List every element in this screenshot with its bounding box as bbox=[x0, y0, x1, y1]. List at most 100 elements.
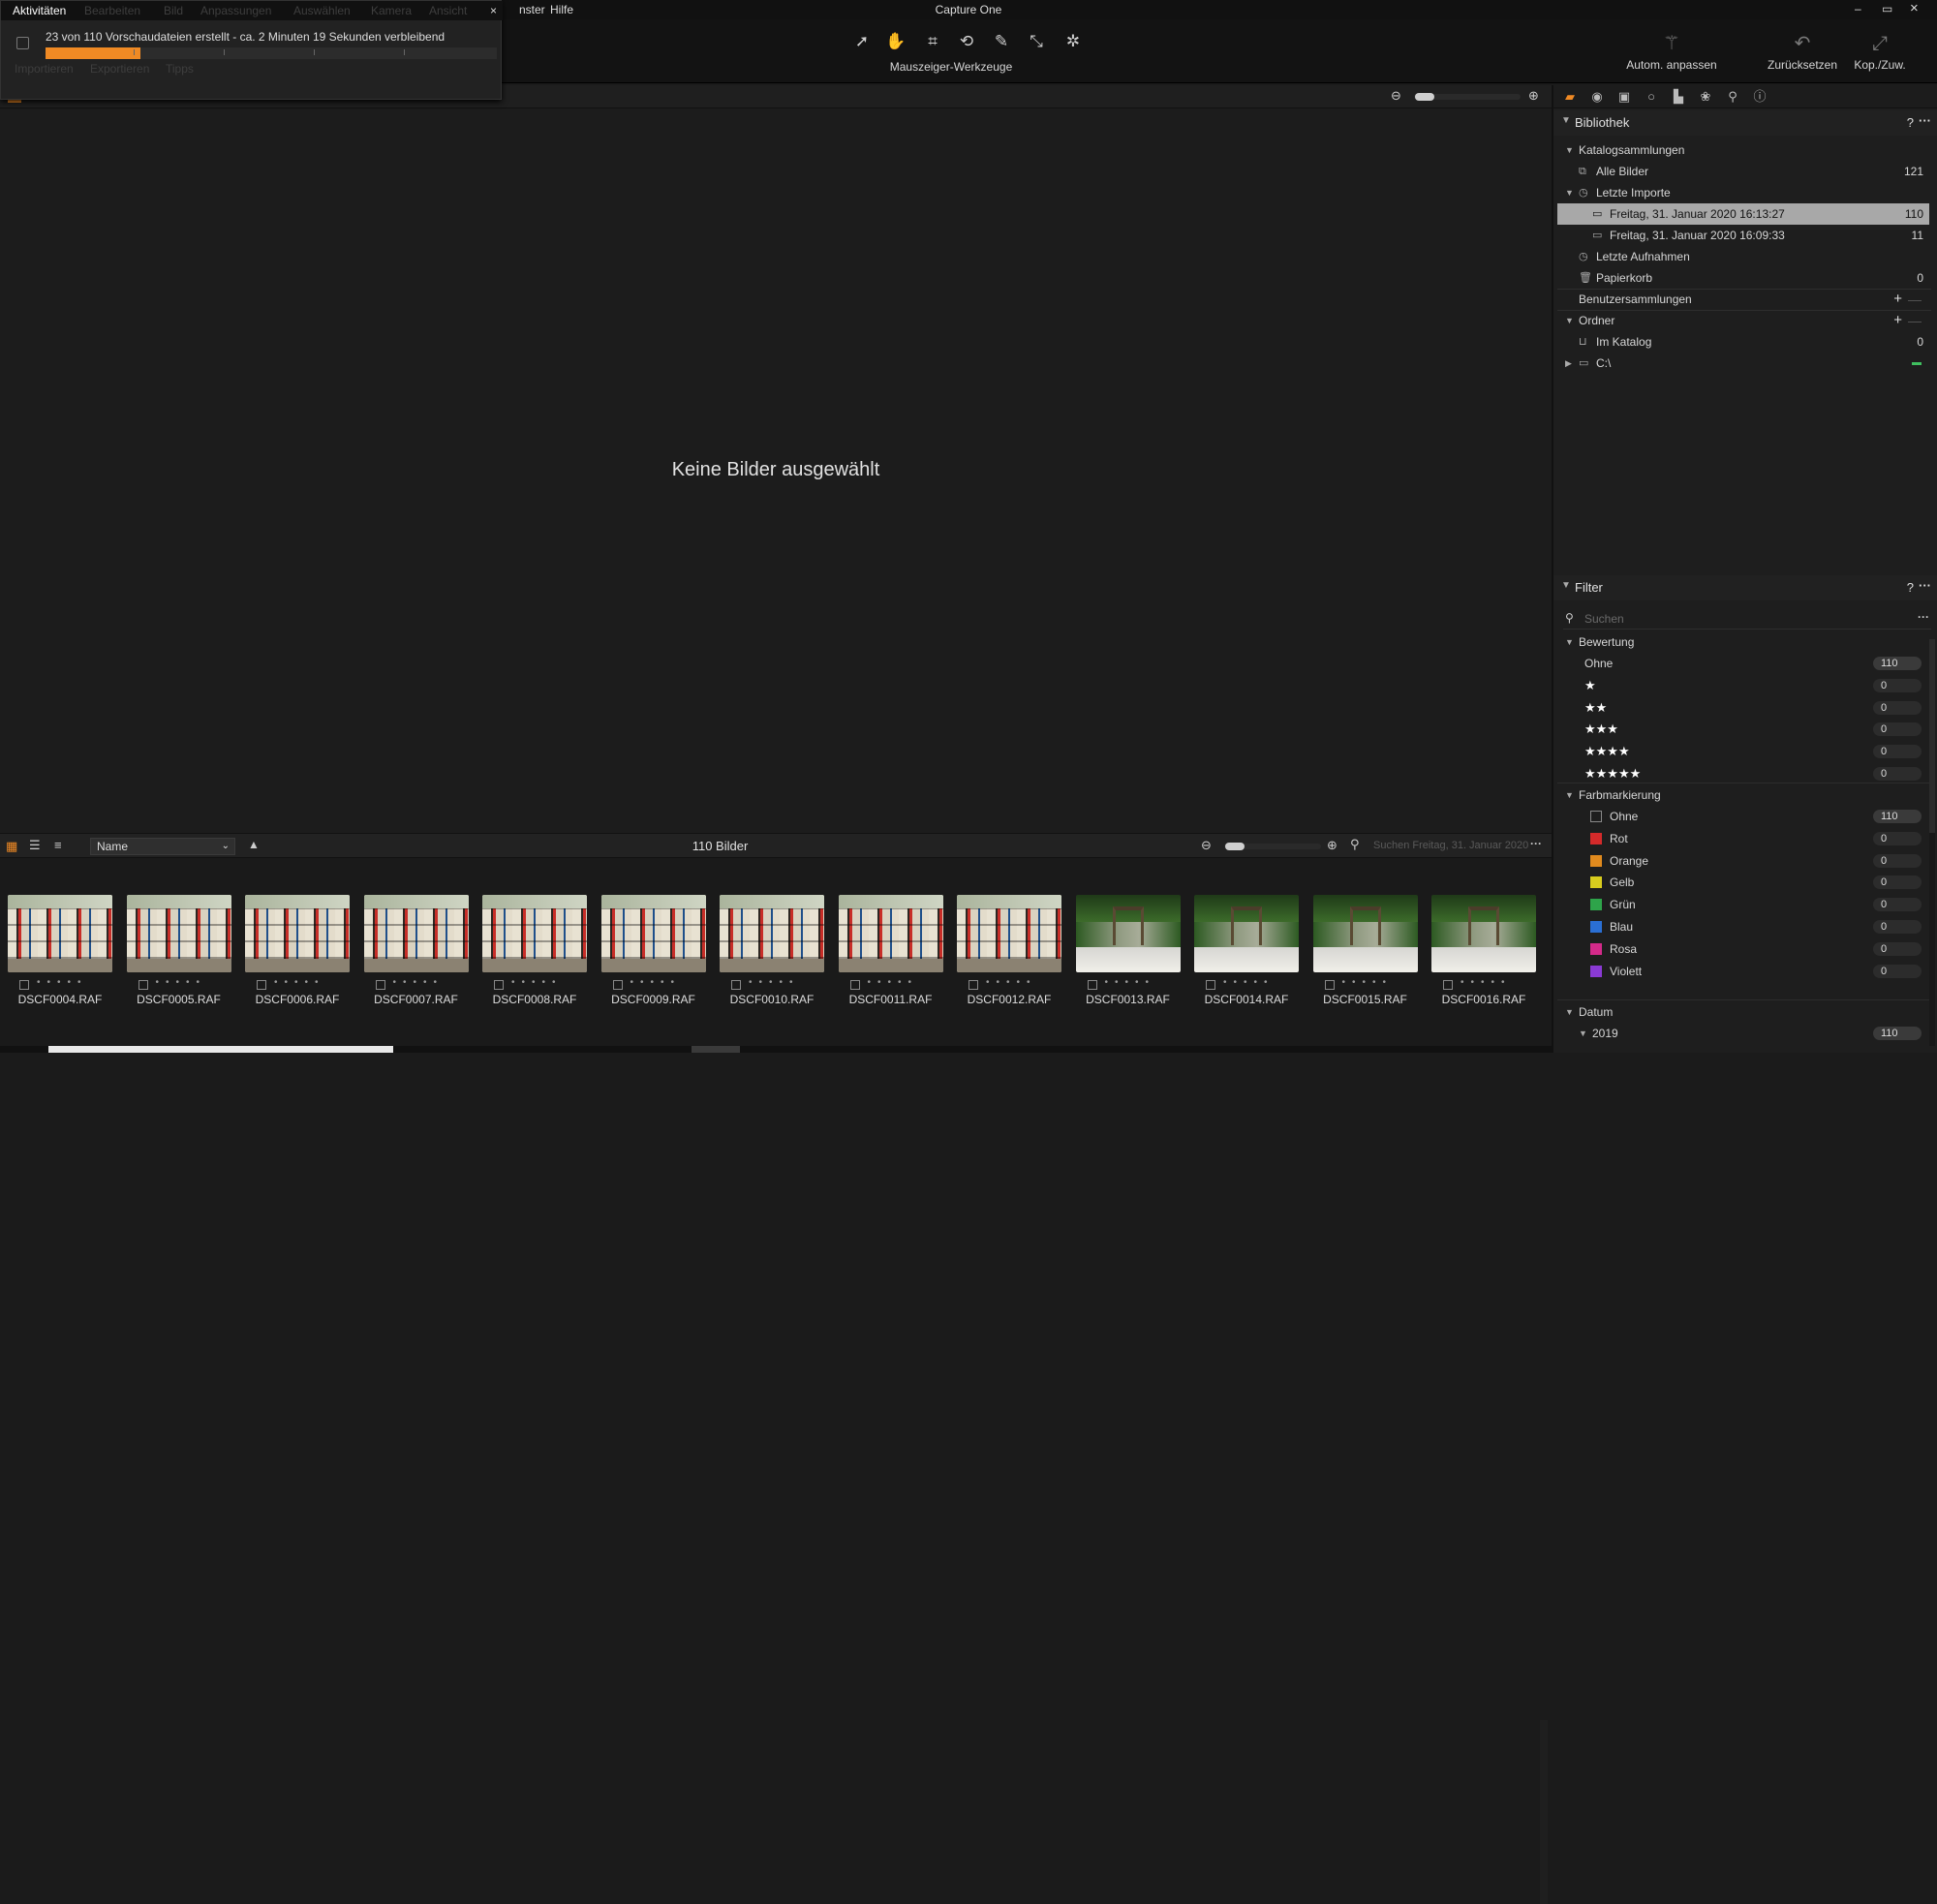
add-icon[interactable]: + bbox=[1893, 310, 1902, 331]
rotate-tool-icon[interactable]: ⟲ bbox=[953, 31, 980, 52]
thumbnail-image[interactable] bbox=[1431, 895, 1536, 972]
color-filter-row[interactable]: Gelb 0 bbox=[1557, 872, 1929, 893]
folders-row[interactable]: ▼ Ordner + — bbox=[1557, 310, 1929, 331]
tab-export[interactable]: Exportieren bbox=[90, 62, 149, 76]
thumbnail[interactable]: ••••• DSCF0008.RAF bbox=[482, 895, 587, 1006]
catalog-collections-row[interactable]: ▼ Katalogsammlungen bbox=[1557, 139, 1929, 161]
lens-tab-icon[interactable]: ▣ bbox=[1615, 88, 1633, 106]
thumb-zoom-in-icon[interactable]: ⊕ bbox=[1327, 838, 1337, 853]
thumbnail[interactable]: ••••• DSCF0007.RAF bbox=[363, 895, 469, 1006]
hand-tool-icon[interactable]: ✋ bbox=[882, 31, 909, 52]
recent-captures-row[interactable]: ◷ Letzte Aufnahmen bbox=[1557, 246, 1929, 267]
menu-bild[interactable]: Bild bbox=[164, 4, 183, 17]
rating-dots[interactable]: ••••• bbox=[511, 977, 563, 988]
recent-imports-row[interactable]: ▼ ◷ Letzte Importe bbox=[1557, 182, 1929, 203]
menu-kamera[interactable]: Kamera bbox=[371, 4, 412, 17]
tab-activities[interactable]: Aktivitäten bbox=[13, 4, 66, 17]
trash-row[interactable]: 🗑 Papierkorb 0 bbox=[1557, 267, 1929, 289]
rating-dots[interactable]: ••••• bbox=[1105, 977, 1156, 988]
auto-adjust-button[interactable]: ⚚ Autom. anpassen bbox=[1615, 29, 1728, 72]
zoom-in-icon[interactable]: ⊕ bbox=[1528, 88, 1539, 104]
thumbnail-checkbox[interactable] bbox=[1206, 980, 1215, 990]
thumbnail-image[interactable] bbox=[245, 895, 350, 972]
rating-filter-row[interactable]: ★★★★★ 0 bbox=[1557, 763, 1929, 784]
rating-filter-row[interactable]: ★ 0 bbox=[1557, 675, 1929, 696]
thumbnail-checkbox[interactable] bbox=[494, 980, 504, 990]
thumbnail[interactable]: ••••• DSCF0010.RAF bbox=[720, 895, 824, 1006]
color-filter-row[interactable]: Ohne 110 bbox=[1557, 806, 1929, 827]
activity-checkbox[interactable] bbox=[16, 37, 29, 49]
thumbnail-image[interactable] bbox=[720, 895, 824, 972]
color-tag-group-row[interactable]: ▼ Farbmarkierung bbox=[1557, 784, 1929, 806]
thumbnail-checkbox[interactable] bbox=[849, 980, 860, 990]
more-options-icon[interactable]: ··· bbox=[1919, 578, 1931, 593]
close-window-button[interactable]: × bbox=[1910, 0, 1919, 16]
thumbnail-image[interactable] bbox=[126, 895, 231, 972]
more-options-icon[interactable]: ··· bbox=[1919, 113, 1931, 128]
color-filter-row[interactable]: Rot 0 bbox=[1557, 828, 1929, 849]
rating-dots[interactable]: ••••• bbox=[1223, 977, 1275, 988]
horizontal-scrollbar[interactable] bbox=[0, 1046, 1552, 1053]
zoom-out-icon[interactable]: ⊖ bbox=[1391, 88, 1401, 104]
rating-filter-row[interactable]: ★★★ 0 bbox=[1557, 719, 1929, 740]
thumbnail-image[interactable] bbox=[600, 895, 706, 972]
browser-scrollbar[interactable] bbox=[1540, 1720, 1548, 1904]
more-options-icon[interactable]: ··· bbox=[1918, 610, 1929, 624]
date-group-row[interactable]: ▼ Datum bbox=[1557, 1001, 1929, 1023]
color-filter-row[interactable]: Blau 0 bbox=[1557, 916, 1929, 937]
thumbnail-checkbox[interactable] bbox=[375, 980, 385, 990]
thumbnail[interactable]: ••••• DSCF0013.RAF bbox=[1075, 895, 1181, 1006]
details-tab-icon[interactable]: ⚲ bbox=[1724, 88, 1741, 106]
rating-dots[interactable]: ••••• bbox=[630, 977, 682, 988]
thumbnail-checkbox[interactable] bbox=[1443, 980, 1453, 990]
thumbnail-checkbox[interactable] bbox=[19, 980, 29, 990]
rating-dots[interactable]: ••••• bbox=[749, 977, 800, 988]
copy-apply-button[interactable]: ⤢ Kop./Zuw. bbox=[1848, 29, 1912, 72]
exposure-tab-icon[interactable]: ▙ bbox=[1670, 88, 1687, 106]
reset-button[interactable]: ↶ Zurücksetzen bbox=[1761, 29, 1844, 72]
more-options-icon[interactable]: ··· bbox=[1530, 837, 1542, 850]
crop-tool-icon[interactable]: ⌗ bbox=[919, 31, 946, 52]
color-filter-row[interactable]: Grün 0 bbox=[1557, 894, 1929, 915]
menu-anpassungen[interactable]: Anpassungen bbox=[200, 4, 271, 17]
rating-dots[interactable]: ••••• bbox=[37, 977, 88, 988]
filter-panel-header[interactable]: ▼ Filter ? ··· bbox=[1553, 575, 1937, 600]
thumbnail-size-knob[interactable] bbox=[1225, 843, 1245, 850]
maximize-button[interactable]: ▭ bbox=[1882, 2, 1892, 15]
spot-tool-icon[interactable]: ✲ bbox=[1060, 31, 1087, 52]
menu-auswaehlen[interactable]: Auswählen bbox=[293, 4, 351, 17]
tab-tips[interactable]: Tipps bbox=[166, 62, 194, 76]
thumbnail-image[interactable] bbox=[482, 895, 587, 972]
thumbnail-checkbox[interactable] bbox=[257, 980, 266, 990]
rating-dots[interactable]: ••••• bbox=[156, 977, 207, 988]
metadata-tab-icon[interactable]: ⓘ bbox=[1751, 88, 1768, 106]
thumbnail-image[interactable] bbox=[1075, 895, 1181, 972]
thumbnail[interactable]: ••••• DSCF0006.RAF bbox=[245, 895, 350, 1006]
color-tab-icon[interactable]: ○ bbox=[1643, 88, 1660, 106]
thumbnail-image[interactable] bbox=[363, 895, 469, 972]
thumbnail[interactable]: ••••• DSCF0016.RAF bbox=[1431, 895, 1536, 1006]
select-pointer-icon[interactable]: ➚ bbox=[848, 31, 876, 52]
library-panel-header[interactable]: ▼ Bibliothek ? ··· bbox=[1553, 110, 1937, 136]
year-row[interactable]: ▼ 2019 110 bbox=[1557, 1023, 1929, 1044]
help-icon[interactable]: ? bbox=[1907, 115, 1914, 130]
thumbnail-image[interactable] bbox=[8, 895, 112, 972]
thumbnail-checkbox[interactable] bbox=[968, 980, 978, 990]
thumbnail-checkbox[interactable] bbox=[1324, 980, 1335, 990]
thumbnail[interactable]: ••••• DSCF0004.RAF bbox=[8, 895, 112, 1006]
filter-search-input[interactable]: ⚲ Suchen ··· bbox=[1563, 608, 1931, 630]
help-icon[interactable]: ? bbox=[1907, 580, 1914, 595]
import-row-selected[interactable]: ▭ Freitag, 31. Januar 2020 16:13:27 110 bbox=[1557, 203, 1929, 225]
user-collections-row[interactable]: Benutzersammlungen + — bbox=[1557, 289, 1929, 310]
thumbnail[interactable]: ••••• DSCF0009.RAF bbox=[600, 895, 706, 1006]
rating-dots[interactable]: ••••• bbox=[986, 977, 1037, 988]
filter-scroll-thumb[interactable] bbox=[1929, 639, 1935, 833]
rating-dots[interactable]: ••••• bbox=[393, 977, 445, 988]
thumbnail-checkbox[interactable] bbox=[1087, 980, 1097, 990]
rating-filter-row[interactable]: ★★★★ 0 bbox=[1557, 741, 1929, 762]
thumbnail[interactable]: ••••• DSCF0005.RAF bbox=[126, 895, 231, 1006]
import-row[interactable]: ▭ Freitag, 31. Januar 2020 16:09:33 11 bbox=[1557, 225, 1929, 246]
viewer-zoom-knob[interactable] bbox=[1415, 93, 1434, 101]
library-tab-icon[interactable]: ▰ bbox=[1561, 88, 1579, 106]
remove-icon[interactable]: — bbox=[1908, 310, 1922, 331]
